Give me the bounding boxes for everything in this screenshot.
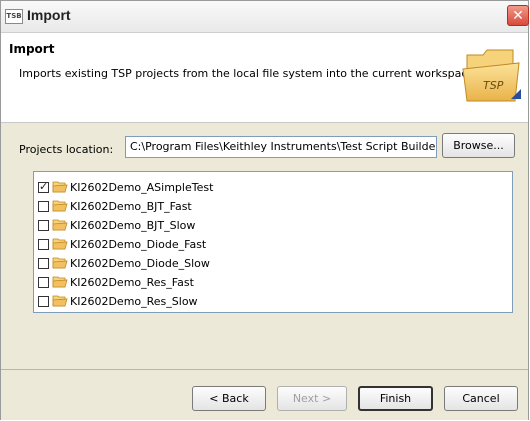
- project-name: KI2602Demo_Res_Slow: [70, 294, 198, 308]
- svg-text:TSP: TSP: [483, 79, 504, 92]
- cancel-button[interactable]: Cancel: [444, 386, 518, 411]
- project-name: KI2602Demo_Res_Fast: [70, 275, 194, 289]
- open-folder-icon: TSP: [462, 49, 521, 102]
- banner-title: Import: [9, 42, 55, 56]
- title-bar[interactable]: TSB Import ✕: [1, 1, 529, 33]
- folder-icon: [52, 276, 68, 288]
- project-checkbox[interactable]: [38, 257, 49, 269]
- project-checkbox[interactable]: [38, 180, 49, 193]
- project-row[interactable]: KI2602Demo_BJT_Fast: [38, 197, 192, 215]
- folder-icon: [52, 238, 68, 250]
- project-row[interactable]: KI2602Demo_ASimpleTest: [38, 178, 213, 196]
- project-checkbox[interactable]: [38, 295, 49, 307]
- project-list[interactable]: KI2602Demo_ASimpleTest KI2602Demo_BJT_Fas…: [33, 171, 513, 313]
- finish-button[interactable]: Finish: [358, 386, 433, 411]
- button-bar: < Back Next > Finish Cancel: [1, 370, 528, 420]
- project-checkbox[interactable]: [38, 276, 49, 288]
- project-name: KI2602Demo_Diode_Fast: [70, 237, 207, 251]
- project-name: KI2602Demo_BJT_Slow: [70, 218, 196, 232]
- project-name: KI2602Demo_ASimpleTest: [70, 180, 214, 194]
- project-row[interactable]: KI2602Demo_Res_Slow: [38, 292, 198, 310]
- project-row[interactable]: KI2602Demo_Res_Fast: [38, 273, 194, 291]
- projects-location-field[interactable]: C:\Program Files\Keithley Instruments\Te…: [125, 136, 437, 158]
- project-checkbox[interactable]: [38, 238, 49, 250]
- import-dialog: TSB Import ✕ Import Imports existing TSP…: [0, 0, 529, 420]
- project-row[interactable]: KI2602Demo_Diode_Slow: [38, 254, 210, 272]
- project-checkbox[interactable]: [38, 219, 49, 231]
- banner-description: Imports existing TSP projects from the l…: [19, 67, 475, 80]
- folder-icon: [52, 181, 68, 193]
- project-row[interactable]: KI2602Demo_BJT_Slow: [38, 216, 195, 234]
- close-icon: ✕: [512, 8, 524, 24]
- folder-icon: [52, 257, 68, 269]
- app-icon: TSB: [5, 9, 23, 24]
- projects-location-label: Projects location:: [19, 143, 114, 156]
- back-button[interactable]: < Back: [192, 386, 266, 411]
- browse-button[interactable]: Browse...: [442, 133, 515, 158]
- folder-icon: [52, 200, 68, 212]
- project-name: KI2602Demo_BJT_Fast: [70, 199, 192, 213]
- folder-icon: [52, 295, 68, 307]
- next-button[interactable]: Next >: [277, 386, 347, 411]
- project-row[interactable]: KI2602Demo_Diode_Fast: [38, 235, 206, 253]
- project-name: KI2602Demo_Diode_Slow: [70, 256, 210, 270]
- close-button[interactable]: ✕: [507, 5, 529, 26]
- project-checkbox[interactable]: [38, 200, 49, 212]
- folder-icon: [52, 219, 68, 231]
- wizard-banner: Import Imports existing TSP projects fro…: [1, 33, 528, 123]
- window-title: Import: [27, 7, 71, 23]
